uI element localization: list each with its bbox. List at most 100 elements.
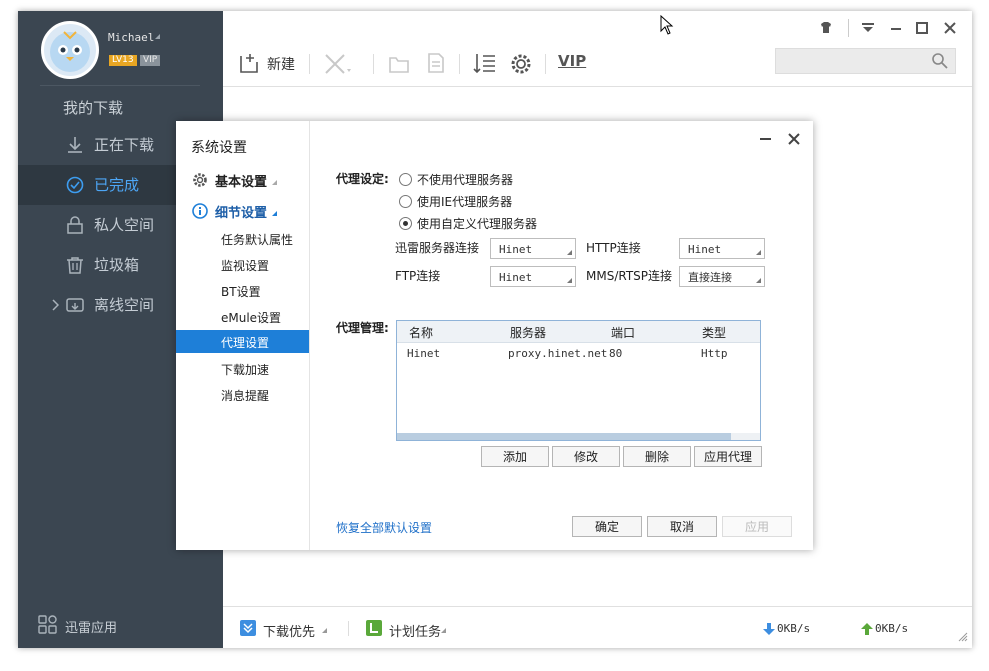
apps-icon[interactable] [38,615,58,635]
cancel-button[interactable]: 取消 [647,516,717,537]
tree-item-acceleration[interactable]: 下载加速 [221,361,269,378]
new-task-icon[interactable] [238,52,260,74]
cell-server: proxy.hinet.net [508,347,608,360]
sort-icon[interactable] [473,52,497,74]
download-priority-icon[interactable] [240,620,256,636]
column-header-server[interactable]: 服务器 [510,324,546,341]
minimize-icon[interactable] [889,21,903,35]
toolbar-separator [309,54,310,74]
download-priority-button[interactable]: 下载优先 [263,621,315,640]
column-header-type[interactable]: 类型 [702,324,726,341]
scrollbar-thumb[interactable] [397,433,731,440]
tree-item-emule[interactable]: eMule设置 [221,309,281,326]
avatar[interactable] [41,21,99,79]
tree-item-task-defaults[interactable]: 任务默认属性 [221,231,293,248]
tree-item-detail-settings[interactable]: 细节设置 [215,202,267,221]
mms-conn-select[interactable]: 直接连接 [679,266,765,287]
mms-conn-label: MMS/RTSP连接 [586,269,673,283]
schedule-icon[interactable] [366,620,382,636]
sidebar-item-label: 离线空间 [94,296,155,314]
schedule-dropdown-icon[interactable] [441,628,446,633]
radio-no-proxy-label[interactable]: 不使用代理服务器 [417,171,513,188]
apps-link[interactable]: 迅雷应用 [65,617,117,636]
sidebar-item-label: 正在下载 [94,136,155,154]
info-icon [192,203,208,219]
xunlei-conn-label: 迅雷服务器连接 [395,241,480,255]
resize-grip-icon[interactable] [958,632,968,642]
cell-name: Hinet [407,347,441,360]
open-file-icon[interactable] [426,52,446,74]
chevron-right-icon[interactable] [51,299,59,311]
vip-button[interactable]: VIP [558,52,586,70]
username[interactable]: Michael [108,31,154,44]
xunlei-conn-select[interactable]: Hinet [490,238,576,259]
add-proxy-button[interactable]: 添加 [481,446,549,467]
tree-item-basic-settings[interactable]: 基本设置 [215,171,267,190]
ftp-conn-select[interactable]: Hinet [490,266,576,287]
download-speed-icon [763,623,775,635]
column-header-name[interactable]: 名称 [409,324,433,341]
upload-speed-icon [861,623,873,635]
horizontal-scrollbar[interactable] [397,433,760,440]
toolbar-divider [223,86,972,87]
apply-button[interactable]: 应用 [722,516,792,537]
sidebar-item-label: 垃圾箱 [94,256,140,274]
sidebar-item-label: 私人空间 [94,216,155,234]
tree-item-monitor[interactable]: 监视设置 [221,257,269,274]
gear-icon [193,173,207,187]
statusbar-separator [348,621,349,636]
tree-item-notification[interactable]: 消息提醒 [221,387,269,404]
trash-icon [67,257,83,274]
radio-ie-proxy-label[interactable]: 使用IE代理服务器 [417,193,512,210]
toolbar-separator [545,54,546,74]
title-separator [848,19,849,37]
delete-proxy-button[interactable]: 删除 [623,446,691,467]
section-title-my-downloads[interactable]: 我的下载 [63,97,123,118]
edit-proxy-button[interactable]: 修改 [552,446,620,467]
toolbar-separator [459,54,460,74]
http-conn-select[interactable]: Hinet [679,238,765,259]
close-icon[interactable] [943,21,957,35]
vip-badge: VIP [140,55,161,66]
radio-no-proxy[interactable] [399,173,412,186]
tree-item-proxy[interactable]: 代理设置 [221,334,269,351]
detail-expand-icon[interactable] [272,211,277,216]
search-icon[interactable] [931,52,949,70]
proxy-setting-label: 代理设定: [336,172,389,186]
http-conn-label: HTTP连接 [586,241,641,255]
restore-defaults-link[interactable]: 恢复全部默认设置 [336,519,432,536]
radio-custom-proxy-label[interactable]: 使用自定义代理服务器 [417,215,537,232]
basic-expand-icon[interactable] [272,180,277,185]
settings-gear-icon[interactable] [509,52,533,76]
download-speed: 0KB/s [777,622,811,635]
proxy-manage-label: 代理管理: [336,321,389,335]
apply-proxy-button[interactable]: 应用代理 [694,446,762,467]
column-header-port[interactable]: 端口 [611,324,635,341]
new-task-button[interactable]: 新建 [267,54,295,74]
sidebar-divider [40,85,200,86]
upload-speed: 0KB/s [875,622,909,635]
tree-item-bt[interactable]: BT设置 [221,283,261,300]
download-icon [68,137,82,153]
proxy-table: 名称 服务器 端口 类型 Hinet proxy.hinet.net 80 Ht… [396,320,761,441]
maximize-icon[interactable] [915,21,929,35]
check-circle-icon [66,176,84,194]
lock-icon [67,216,83,234]
delete-task-icon[interactable] [324,53,352,75]
skin-icon[interactable] [818,20,834,36]
username-dropdown-icon[interactable] [155,34,160,39]
table-row[interactable]: Hinet proxy.hinet.net 80 Http [397,344,760,364]
dialog-minimize-icon[interactable] [760,138,771,140]
dialog-close-icon[interactable] [788,133,800,145]
open-folder-icon[interactable] [388,53,410,75]
schedule-button[interactable]: 计划任务 [389,621,441,640]
cell-port: 80 [609,347,623,360]
priority-dropdown-icon[interactable] [322,628,327,633]
cloud-icon [66,298,84,312]
mouse-cursor-icon [660,14,674,35]
radio-custom-proxy[interactable] [399,217,412,230]
radio-ie-proxy[interactable] [399,195,412,208]
menu-icon[interactable] [861,21,875,35]
ok-button[interactable]: 确定 [572,516,642,537]
search-input[interactable] [775,48,956,74]
